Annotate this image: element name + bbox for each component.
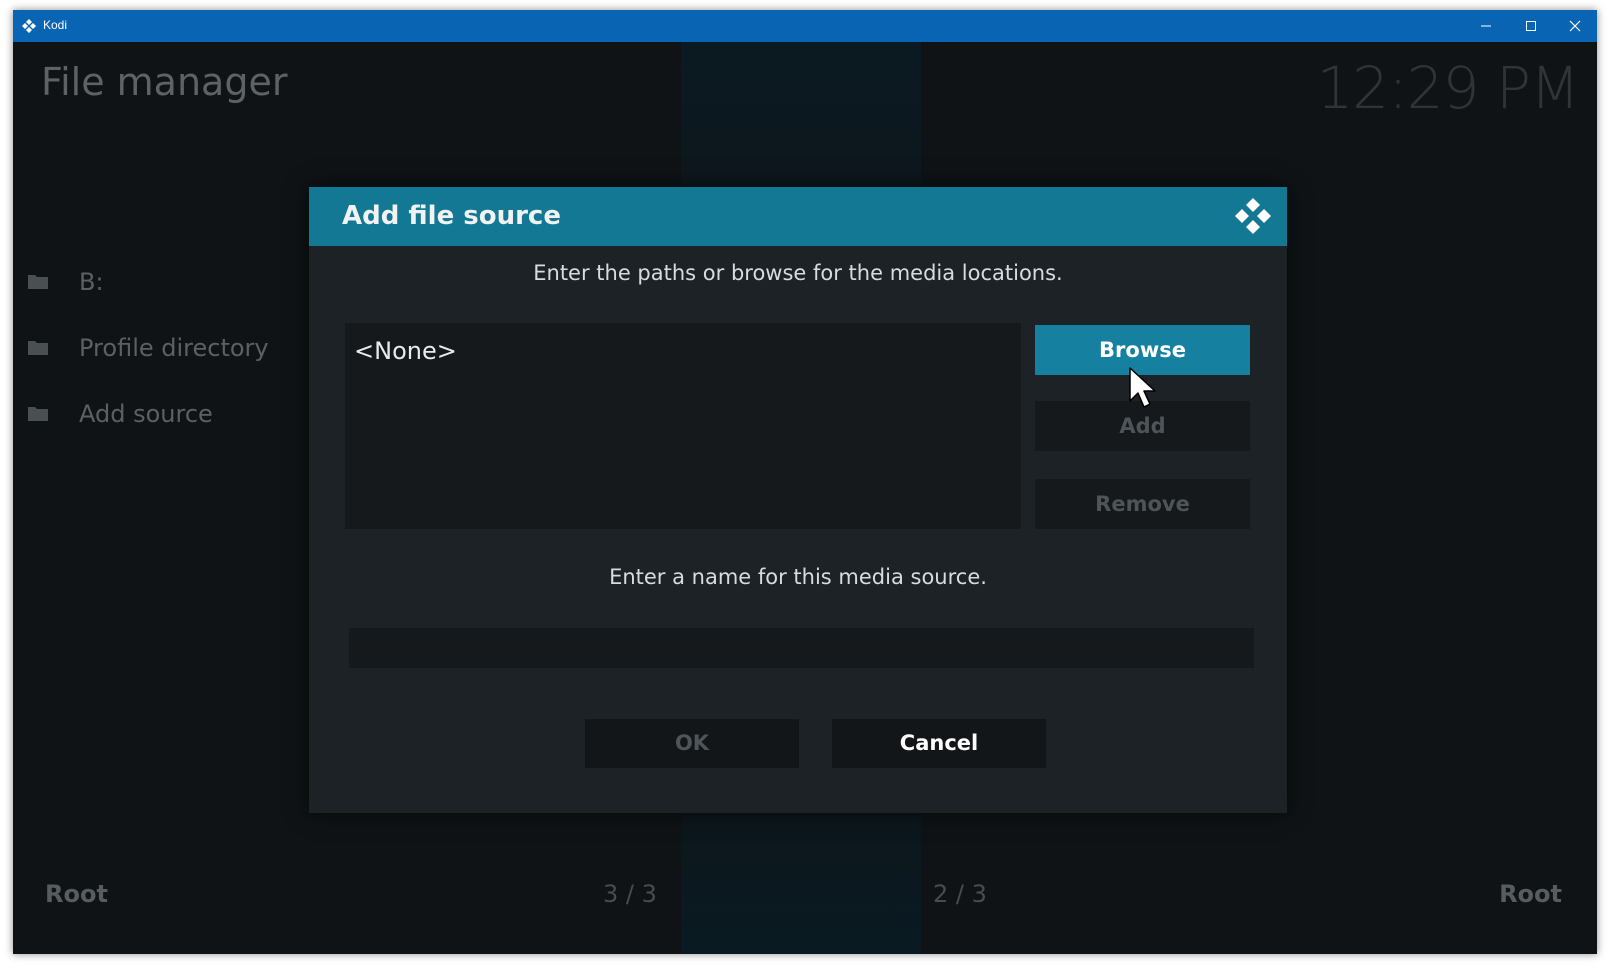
name-prompt: Enter a name for this media source. bbox=[609, 565, 987, 589]
mouse-cursor-icon bbox=[1129, 367, 1156, 408]
dialog-header: Add file source bbox=[309, 187, 1287, 246]
kodi-logo-icon bbox=[1235, 198, 1271, 234]
maximize-button[interactable] bbox=[1508, 10, 1554, 42]
kodi-content: File manager 12:29 PM B: Profile directo… bbox=[13, 42, 1597, 954]
folder-icon bbox=[28, 275, 48, 289]
source-item-add-source[interactable]: Add source bbox=[27, 392, 327, 458]
footer-page-right: 2 / 3 bbox=[933, 880, 987, 908]
clock: 12:29 PM bbox=[1316, 54, 1580, 122]
source-item-label: Profile directory bbox=[79, 334, 269, 362]
minimize-icon bbox=[1481, 25, 1491, 27]
footer-root-left: Root bbox=[45, 880, 108, 908]
folder-icon bbox=[28, 341, 48, 355]
footer-page-left: 3 / 3 bbox=[603, 880, 657, 908]
page-title: File manager bbox=[41, 60, 288, 104]
remove-button[interactable]: Remove bbox=[1035, 479, 1250, 529]
footer-root-right: Root bbox=[1499, 880, 1562, 908]
source-name-input[interactable] bbox=[349, 628, 1254, 668]
paths-prompt: Enter the paths or browse for the media … bbox=[533, 261, 1063, 285]
add-file-source-dialog: Add file source Enter the paths or brows… bbox=[309, 187, 1287, 813]
source-item-label: B: bbox=[79, 268, 104, 296]
minimize-button[interactable] bbox=[1463, 10, 1509, 42]
title-bar[interactable]: Kodi bbox=[13, 10, 1597, 42]
dialog-title: Add file source bbox=[342, 201, 561, 231]
close-button[interactable] bbox=[1552, 10, 1597, 42]
source-item-label: Add source bbox=[79, 400, 213, 428]
close-icon bbox=[1569, 20, 1581, 32]
paths-list[interactable]: <None> bbox=[345, 323, 1021, 529]
source-item-b[interactable]: B: bbox=[27, 260, 327, 326]
ok-button[interactable]: OK bbox=[585, 719, 799, 768]
folder-icon bbox=[28, 407, 48, 421]
maximize-icon bbox=[1526, 21, 1536, 31]
source-list: B: Profile directory Add source bbox=[27, 260, 327, 458]
path-item[interactable]: <None> bbox=[354, 337, 457, 365]
kodi-icon bbox=[22, 19, 36, 33]
kodi-window: Kodi File manager 12:29 PM B: Profile di… bbox=[13, 10, 1597, 954]
cancel-button[interactable]: Cancel bbox=[832, 719, 1046, 768]
window-title: Kodi bbox=[43, 18, 68, 32]
source-item-profile-directory[interactable]: Profile directory bbox=[27, 326, 327, 392]
